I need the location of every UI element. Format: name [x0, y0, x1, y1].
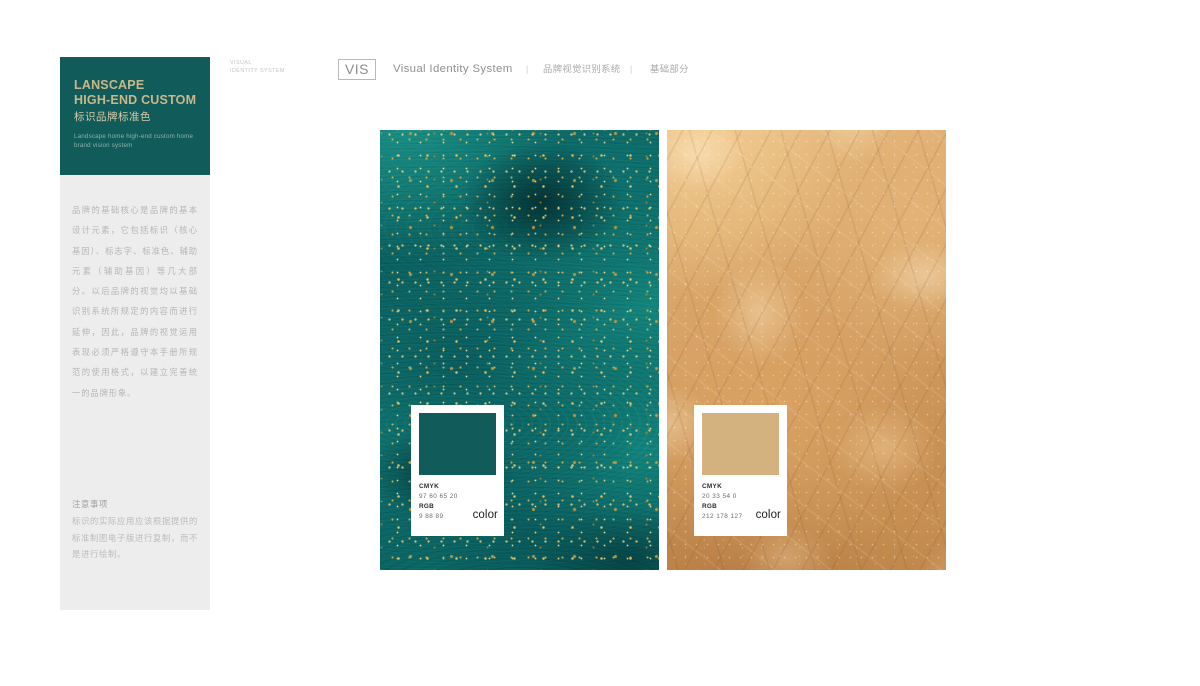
note-body-text: 标识的实际应用应该根据提供的标准制图电子版进行复制，而不是进行绘制。 [72, 516, 198, 559]
nav-separator-2: | [630, 64, 633, 74]
gold-swatch-caption: color [755, 509, 781, 521]
teal-swatch-chip [419, 413, 496, 475]
vis-badge: VIS [338, 59, 376, 80]
gold-cmyk-label: CMYK [702, 483, 723, 490]
teal-cmyk-label: CMYK [419, 483, 440, 490]
note-title: 注意事项 [72, 499, 108, 509]
teal-swatch-caption: color [472, 509, 498, 521]
teal-swatch-card: CMYK 97 60 65 20 RGB 9 88 89 color [411, 405, 504, 536]
teal-cmyk-value: 97 60 65 20 [419, 492, 458, 500]
gold-swatch-chip [702, 413, 779, 475]
brand-header-block: LANSCAPE HIGH-END CUSTOM 标识品牌标准色 Landsca… [60, 57, 210, 175]
gold-swatch-card: CMYK 20 33 54 0 RGB 212 178 127 color [694, 405, 787, 536]
nav-kicker-line-1: VISUAL [230, 60, 252, 66]
nav-kicker-line-2: IDENTITY SYSTEM [230, 68, 285, 74]
top-navigation-bar: VISUAL IDENTITY SYSTEM VIS Visual Identi… [230, 56, 1200, 90]
brand-title-line-2: HIGH-END CUSTOM [74, 93, 197, 107]
nav-link-basic-section[interactable]: 基础部分 [650, 62, 689, 76]
presentation-page: LANSCAPE HIGH-END CUSTOM 标识品牌标准色 Landsca… [0, 0, 1200, 686]
brand-title-line-1: LANSCAPE [74, 78, 145, 92]
sidebar-description-text: 品牌的基础核心是品牌的基本设计元素，它包括标识（核心基因）、标志字、标准色、辅助… [72, 205, 198, 398]
sidebar-body: 品牌的基础核心是品牌的基本设计元素，它包括标识（核心基因）、标志字、标准色、辅助… [60, 175, 210, 403]
teal-swatch-info: CMYK 97 60 65 20 RGB 9 88 89 color [419, 483, 498, 521]
gold-swatch-info: CMYK 20 33 54 0 RGB 212 178 127 color [702, 483, 781, 521]
gold-cmyk-value: 20 33 54 0 [702, 492, 737, 500]
nav-separator-1: | [526, 64, 529, 74]
brand-subtitle-en: Landscape home high-end custom home bran… [74, 133, 194, 149]
nav-link-brand-vis-system[interactable]: 品牌视觉识别系统 [543, 62, 621, 76]
nav-title: Visual Identity System [393, 63, 513, 75]
sidebar-note-block: 注意事项 标识的实际应用应该根据提供的标准制图电子版进行复制，而不是进行绘制。 [60, 497, 210, 563]
brand-subtitle-cn: 标识品牌标准色 [74, 111, 151, 123]
nav-kicker-label: VISUAL IDENTITY SYSTEM [230, 59, 285, 75]
sidebar-panel: LANSCAPE HIGH-END CUSTOM 标识品牌标准色 Landsca… [60, 57, 210, 610]
